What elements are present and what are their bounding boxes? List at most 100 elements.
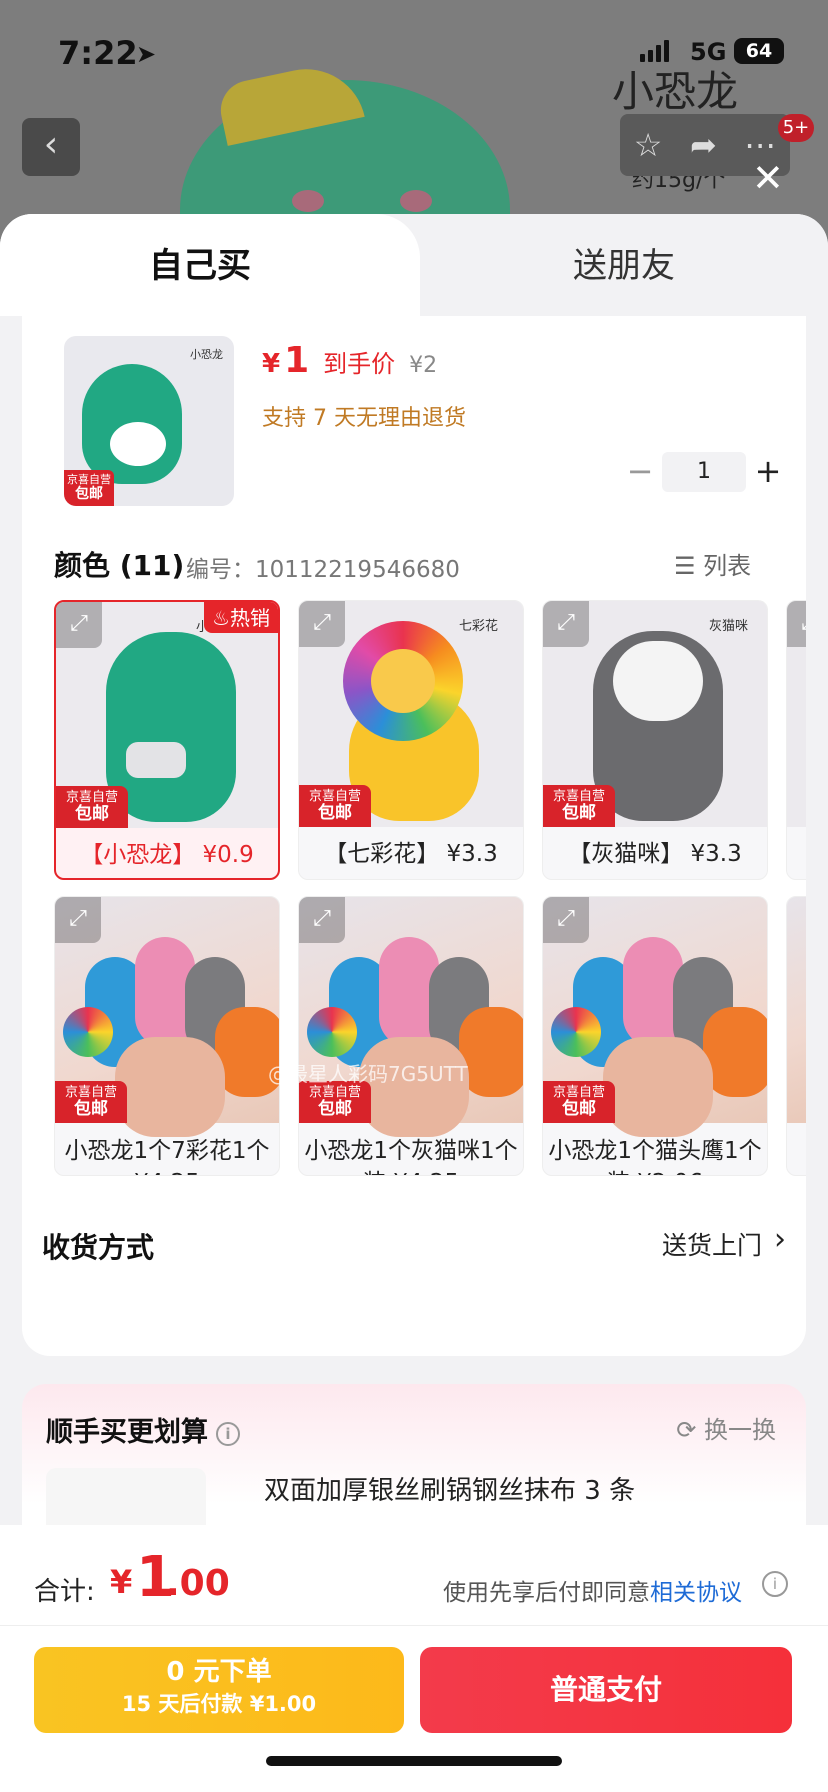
expand-icon[interactable]: ⤢ [299, 601, 345, 647]
option-bundle-owl[interactable]: ⤢ 京喜自营包邮 小恐龙1个猫头鹰1个装 ¥2.06 [542, 896, 768, 1176]
tab-buy-for-self[interactable]: 自己买 [0, 214, 420, 316]
normal-pay-button[interactable]: 普通支付 [420, 1647, 792, 1733]
hand-shape [603, 1037, 713, 1137]
option-partial[interactable]: ⤢ [786, 600, 806, 880]
option-bundle-flower[interactable]: ⤢ 京喜自营包邮 小恐龙1个7彩花1个 ¥4.25 [54, 896, 280, 1176]
battery-icon: 64 [734, 38, 784, 64]
option-dino[interactable]: 小恐龙 ⤢ ♨热销 京喜自营包邮 【小恐龙】 ¥0.9 [54, 600, 280, 880]
share-icon[interactable]: ➦ [690, 126, 717, 164]
flower-image [343, 621, 463, 741]
back-button[interactable]: ‹ [22, 118, 80, 176]
pay-later-button[interactable]: 0 元下单 15 天后付款 ¥1.00 [34, 1647, 404, 1733]
status-bar: 7:22 ➤ 5G 64 [0, 0, 828, 100]
price-value: 1 [284, 340, 310, 381]
tag-top-text: 京喜自营 [65, 790, 118, 805]
flower-face [371, 649, 435, 713]
tag-bottom-text: 包邮 [75, 486, 103, 502]
location-arrow-icon: ➤ [136, 40, 157, 68]
total-decimal: .00 [166, 1563, 230, 1604]
tag-top-text: 京喜自营 [67, 473, 111, 486]
option-label: 【灰猫咪】 ¥3.3 [568, 841, 742, 867]
return-policy: 支持 7 天无理由退货 [262, 406, 466, 431]
shipping-value: 送货上门 [661, 1231, 762, 1260]
original-price: ¥2 [409, 353, 438, 378]
option-partial[interactable] [786, 896, 806, 1176]
info-icon[interactable]: i [216, 1421, 240, 1446]
flame-icon: ♨ [212, 606, 230, 630]
tag-top-text: 京喜自营 [552, 1085, 605, 1100]
product-thumbnail[interactable]: 小恐龙 京喜自营 包邮 [64, 336, 234, 506]
self-operated-tag: 京喜自营 包邮 [543, 1081, 615, 1123]
product-card: 小恐龙 京喜自营 包邮 ¥ 1 到手价 ¥2 支持 7 天无理由退货 − 1 +… [22, 316, 806, 1356]
addon-product-title[interactable]: 双面加厚银丝刷锅钢丝抹布 3 条 [264, 1470, 635, 1507]
flower-shape [63, 1007, 113, 1057]
self-operated-tag: 京喜自营 包邮 [55, 1081, 127, 1123]
hand-shape [115, 1037, 225, 1137]
shipping-row[interactable]: 收货方式 送货上门 › [42, 1212, 786, 1272]
info-icon[interactable]: i [762, 1571, 788, 1597]
expand-icon[interactable]: ⤢ [543, 601, 589, 647]
quantity-stepper: − 1 + [618, 452, 790, 492]
list-icon: ☰ [674, 552, 696, 580]
price-row: ¥ 1 到手价 ¥2 [262, 340, 437, 381]
background-cheek [292, 190, 324, 212]
opener-ring [126, 742, 186, 778]
option-bundle-cat[interactable]: ⤢ 京喜自营包邮 小恐龙1个灰猫咪1个装 ¥4.25 [298, 896, 524, 1176]
option-image-label: 七彩花 [459, 619, 499, 634]
option-gray-cat[interactable]: 灰猫咪 ⤢ 京喜自营 包邮 【灰猫咪】 ¥3.3 [542, 600, 768, 880]
expand-icon[interactable]: ⤢ [299, 897, 345, 943]
total-label: 合计: [34, 1577, 95, 1607]
tag-top-text: 京喜自营 [64, 1085, 117, 1100]
plus-icon[interactable]: + [746, 452, 790, 492]
hand-shape [359, 1037, 469, 1137]
tag-top-text: 京喜自营 [308, 789, 361, 804]
agreement-text: 使用先享后付即同意相关协议 [443, 1573, 742, 1607]
spec-code: 编号：10112219546680 [186, 557, 460, 583]
status-time: 7:22 [58, 34, 138, 72]
tag-bottom-text: 包邮 [562, 1099, 596, 1119]
tag-bottom-text: 包邮 [74, 1099, 108, 1119]
thumbnail-label: 小恐龙 [190, 348, 223, 361]
option-label: 小恐龙1个猫头鹰1个装 ¥2.06 [548, 1138, 762, 1175]
cat-face [613, 641, 703, 721]
pay-later-line1: 0 元下单 [166, 1657, 272, 1687]
pay-later-line2: 15 天后付款 ¥1.00 [121, 1692, 317, 1716]
list-view-toggle[interactable]: ☰ 列表 [674, 546, 751, 581]
option-image: ⤢ [787, 601, 806, 827]
self-operated-tag: 京喜自营 包邮 [64, 470, 114, 506]
tab-gift-friend[interactable]: 送朋友 [420, 214, 828, 316]
bundle-image [787, 897, 806, 1123]
price-symbol: ¥ [262, 349, 281, 379]
tag-top-text: 京喜自营 [308, 1085, 361, 1100]
quantity-field[interactable]: 1 [662, 452, 746, 492]
dino-belly [110, 422, 166, 466]
close-icon[interactable]: ✕ [752, 158, 784, 198]
option-image-label: 灰猫咪 [709, 619, 749, 634]
refresh-icon: ⟳ [676, 1416, 697, 1444]
watermark: @最星人彩码7G5UTT [268, 1062, 468, 1086]
swap-button[interactable]: ⟳ 换一换 [676, 1410, 776, 1445]
tag-bottom-text: 包邮 [562, 803, 596, 823]
expand-icon[interactable]: ⤢ [543, 897, 589, 943]
price-note: 到手价 [323, 350, 396, 378]
tag-bottom-text: 包邮 [318, 1099, 352, 1119]
message-badge: 5+ [778, 114, 814, 142]
minus-icon[interactable]: − [618, 452, 662, 492]
total-symbol: ¥ [110, 1563, 133, 1601]
expand-icon[interactable]: ⤢ [787, 601, 806, 647]
self-operated-tag: 京喜自营 包邮 [56, 786, 128, 828]
option-label: 小恐龙1个7彩花1个 ¥4.25 [64, 1138, 270, 1175]
addon-title-row: 顺手买更划算 i [46, 1410, 240, 1449]
option-flower[interactable]: 七彩花 ⤢ 京喜自营 包邮 【七彩花】 ¥3.3 [298, 600, 524, 880]
star-icon[interactable]: ☆ [634, 126, 663, 164]
flower-shape [307, 1007, 357, 1057]
agreement-prefix: 使用先享后付即同意 [443, 1580, 650, 1606]
expand-icon[interactable]: ⤢ [55, 897, 101, 943]
option-grid: 小恐龙 ⤢ ♨热销 京喜自营包邮 【小恐龙】 ¥0.9 七彩花 ⤢ 京喜自营包邮… [54, 600, 806, 1186]
agreement-link[interactable]: 相关协议 [650, 1580, 742, 1606]
spec-title: 颜色 (11) [54, 549, 185, 582]
home-indicator[interactable] [266, 1756, 562, 1766]
hot-badge-label: 热销 [230, 606, 270, 630]
option-label: 小恐龙1个灰猫咪1个装 ¥4.25 [304, 1138, 518, 1175]
expand-icon[interactable]: ⤢ [56, 602, 102, 648]
